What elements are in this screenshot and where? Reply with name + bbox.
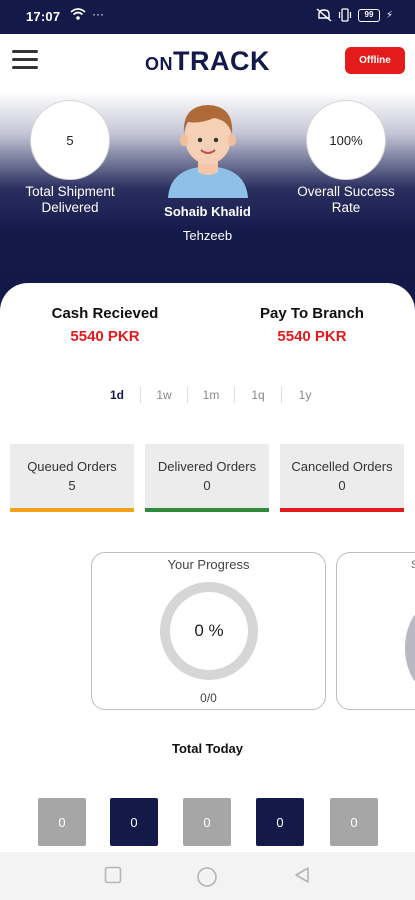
delivered-orders-label: Delivered Orders (157, 459, 257, 474)
progress-ring: 0 % (160, 582, 258, 680)
battery-icon: 99 (357, 8, 380, 22)
queued-orders-card[interactable]: Queued Orders 5 (10, 444, 134, 512)
status-icons-right: 99 ⚡ (316, 8, 393, 22)
online-status-button[interactable]: Offline (345, 47, 405, 74)
total-shipments-value: 5 (66, 132, 74, 148)
tab-1y[interactable]: 1y (282, 388, 328, 402)
queued-orders-label: Queued Orders (27, 459, 117, 474)
success-rate-value: 100% (329, 132, 363, 148)
cash-received-label: Cash Recieved (51, 305, 159, 322)
today-box[interactable]: 0 (330, 798, 378, 846)
avatar (168, 105, 248, 198)
wifi-icon (70, 8, 86, 20)
user-role: Tehzeeb (182, 228, 233, 243)
cancelled-orders-value: 0 (338, 478, 346, 493)
status-time: 17:07 (26, 9, 61, 24)
today-box[interactable]: 0 (183, 798, 231, 846)
more-notifications-icon: ··· (92, 7, 104, 21)
mute-icon (316, 8, 332, 22)
your-progress-card[interactable]: Your Progress 0 % 0/0 (91, 552, 326, 710)
tab-1w[interactable]: 1w (141, 388, 187, 402)
total-today-label: Total Today (171, 741, 244, 756)
cancelled-orders-bar (280, 508, 404, 512)
total-shipments-circle: 5 (30, 100, 110, 180)
cancelled-orders-card[interactable]: Cancelled Orders 0 (280, 444, 404, 512)
cash-received-section: Cash Recieved 5540 PKR (10, 305, 200, 345)
logo-small-text: ON (145, 54, 173, 74)
delivered-orders-value: 0 (203, 478, 211, 493)
tab-1m[interactable]: 1m (188, 388, 234, 402)
next-progress-card[interactable]: S (336, 552, 415, 710)
pay-to-branch-value: 5540 PKR (277, 328, 347, 345)
charging-icon: ⚡ (385, 9, 393, 21)
queued-orders-bar (10, 508, 134, 512)
success-rate-label: Overall Success Rate (297, 184, 395, 215)
next-card-title-fragment: S (411, 559, 415, 571)
recent-apps-icon[interactable] (104, 866, 122, 884)
period-tabs: 1d 1w 1m 1q 1y (94, 387, 328, 403)
system-nav-bar (0, 852, 415, 900)
success-rate-circle: 100% (306, 100, 386, 180)
cash-received-value: 5540 PKR (70, 328, 140, 345)
app-header: ONTRACK Offline (0, 34, 415, 92)
today-box[interactable]: 0 (110, 798, 158, 846)
progress-count: 0/0 (200, 691, 217, 705)
back-icon[interactable] (293, 866, 311, 884)
queued-orders-value: 5 (68, 478, 76, 493)
tab-1d[interactable]: 1d (94, 388, 140, 402)
today-box[interactable]: 0 (256, 798, 304, 846)
cancelled-orders-label: Cancelled Orders (291, 459, 393, 474)
pay-to-branch-section: Pay To Branch 5540 PKR (217, 305, 407, 345)
tab-1q[interactable]: 1q (235, 388, 281, 402)
pay-to-branch-label: Pay To Branch (260, 305, 364, 322)
today-box[interactable]: 0 (38, 798, 86, 846)
delivered-orders-card[interactable]: Delivered Orders 0 (145, 444, 269, 512)
logo-big-text: TRACK (173, 46, 270, 76)
dashboard-card: Cash Recieved 5540 PKR Pay To Branch 554… (0, 283, 415, 883)
status-bar: 17:07 ··· 99 ⚡ (0, 0, 415, 34)
home-icon[interactable] (196, 866, 218, 888)
status-icons-left: ··· (70, 7, 104, 21)
delivered-orders-bar (145, 508, 269, 512)
vibrate-icon (338, 8, 352, 22)
progress-percent: 0 % (194, 621, 224, 640)
next-card-ring (405, 603, 415, 693)
app-screen: 17:07 ··· 99 ⚡ ONTRACK Offline 5 Total S… (0, 0, 415, 900)
progress-title: Your Progress (167, 557, 250, 572)
